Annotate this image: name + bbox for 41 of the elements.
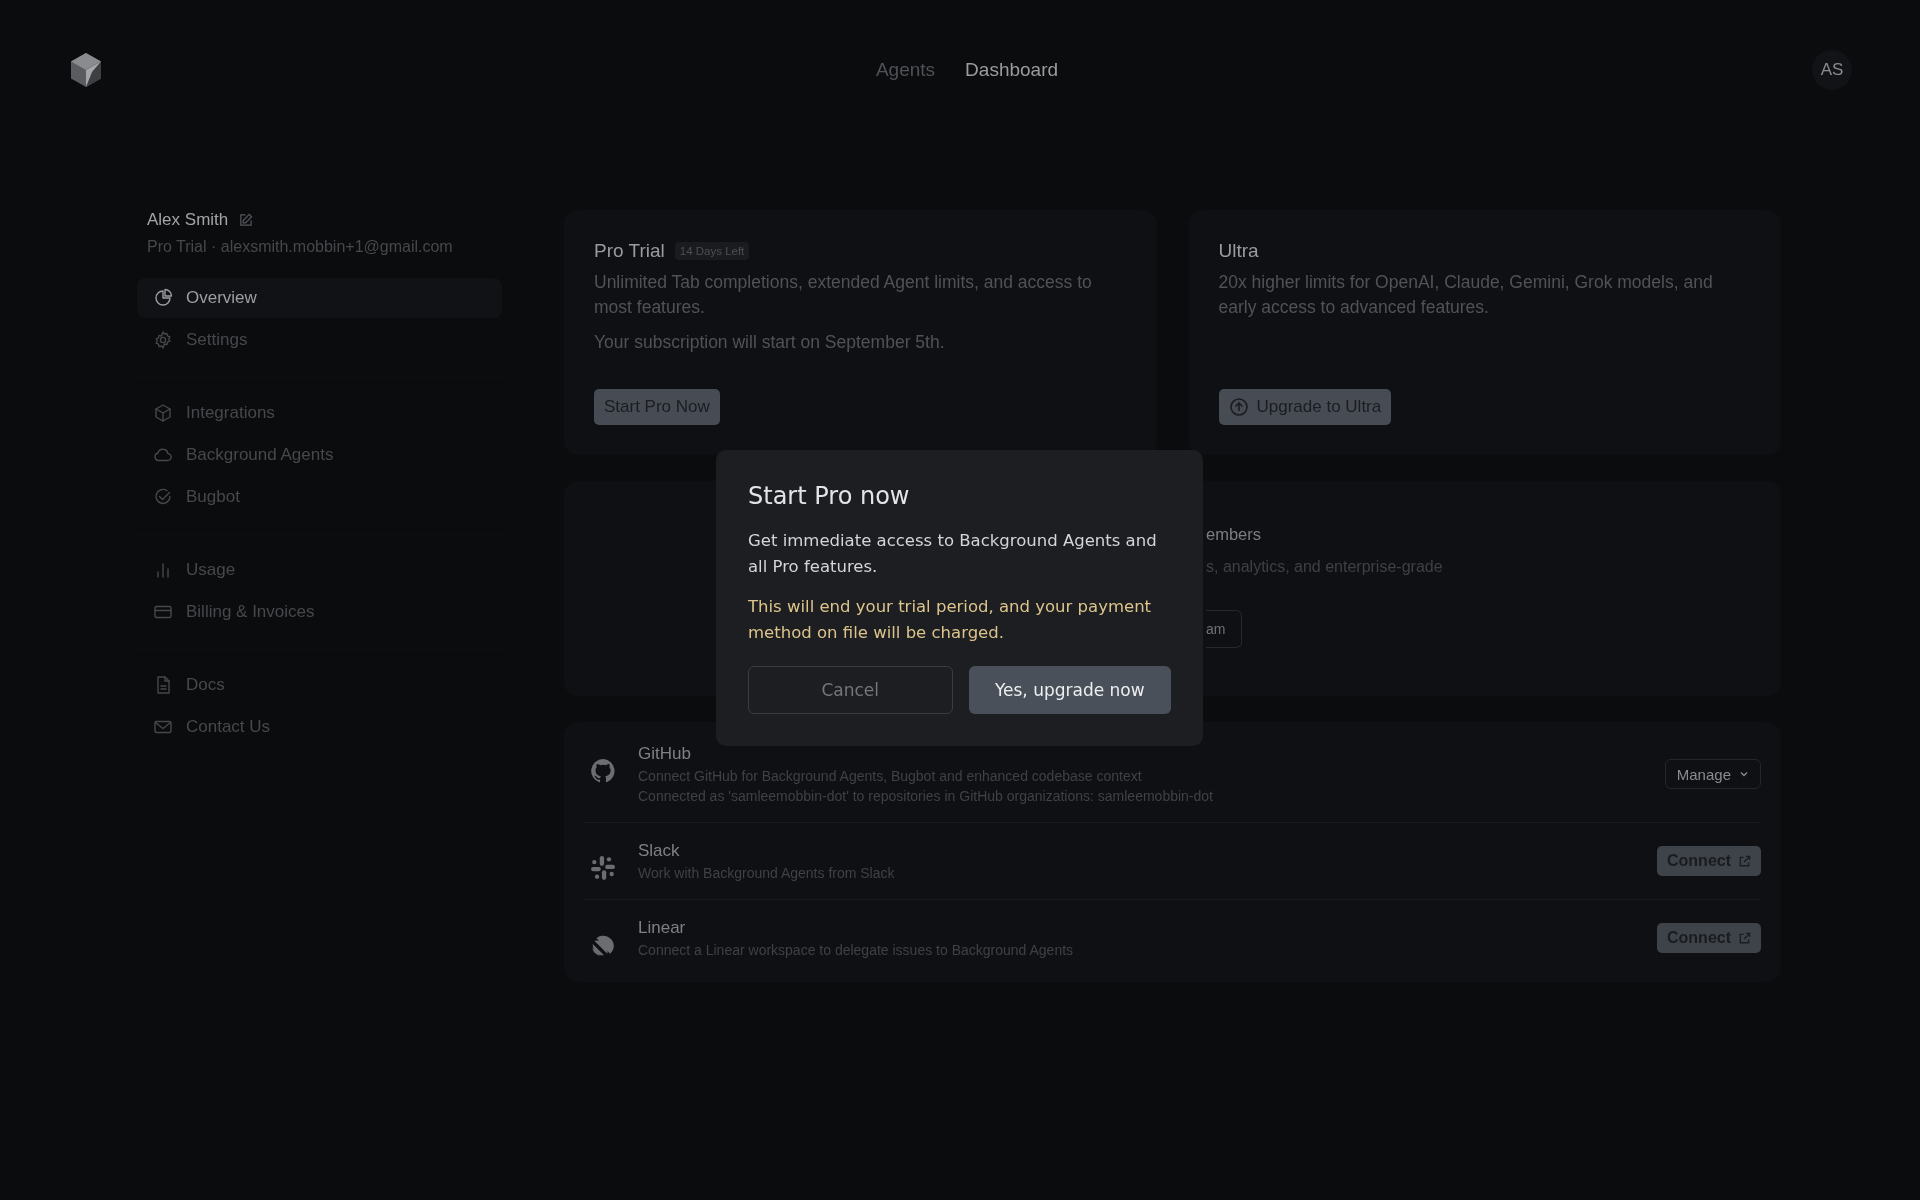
integration-name: GitHub	[638, 744, 692, 764]
dialog-body: Get immediate access to Background Agents and all Pro features.	[748, 530, 1158, 578]
sidebar-item[interactable]: Docs	[137, 665, 502, 705]
dialog-warning: This will end your trial period, and your payment method on file will be charged.	[748, 596, 1153, 644]
sidebar-item[interactable]: Contact Us	[137, 707, 502, 747]
subscription-note: Your subscription will start on September 5th.	[594, 331, 946, 354]
sidebar-item[interactable]: Background Agents	[137, 435, 502, 475]
sidebar-item[interactable]: Bugbot	[137, 477, 502, 517]
external-link-icon	[1738, 931, 1751, 945]
sidebar-item[interactable]: Billing & Invoices	[137, 592, 502, 632]
cancel-button[interactable]: Cancel	[748, 666, 953, 714]
check-circle-icon	[153, 487, 173, 507]
nav-link[interactable]: Dashboard	[965, 59, 1059, 81]
github-icon	[590, 758, 616, 784]
user-name: Alex Smith	[147, 210, 229, 230]
sidebar-item[interactable]: Usage	[137, 550, 502, 590]
plan-description: 20x higher limits for OpenAI, Claude, Gemini, Grok models, and early access to advanced features.	[1218, 271, 1714, 319]
team-button[interactable]: am	[1206, 610, 1243, 648]
cube-icon	[153, 403, 173, 423]
sidebar-item[interactable]: Integrations	[137, 393, 502, 433]
manage-dropdown[interactable]: Manage	[1664, 759, 1761, 789]
settings-icon	[153, 330, 173, 350]
plan-title: Pro Trial	[594, 240, 665, 262]
external-link-icon	[1738, 854, 1751, 868]
chevron-down-icon	[1739, 769, 1749, 779]
plan-description: Unlimited Tab completions, extended Agent limits, and access to most features.	[594, 271, 1093, 319]
integration-name: Slack	[638, 841, 681, 861]
plan-email: Pro Trial · alexsmith.mobbin+1@gmail.com	[147, 238, 454, 256]
sidebar-item[interactable]: Settings	[137, 320, 502, 360]
logo-icon[interactable]	[70, 52, 102, 88]
integration-name: Linear	[638, 918, 687, 938]
user-avatar[interactable]: AS	[1812, 50, 1852, 90]
pie-chart-icon	[153, 288, 173, 308]
plan-title: Ultra	[1218, 240, 1259, 262]
confirm-button[interactable]: Yes, upgrade now	[968, 666, 1171, 714]
team-title: embers	[1206, 525, 1263, 544]
arrow-up-circle-icon	[1228, 397, 1249, 417]
dialog-title: Start Pro now	[748, 482, 911, 510]
sidebar-item[interactable]: Overview	[137, 278, 502, 318]
slack-icon	[590, 855, 616, 881]
nav-link[interactable]: Agents	[875, 59, 936, 81]
